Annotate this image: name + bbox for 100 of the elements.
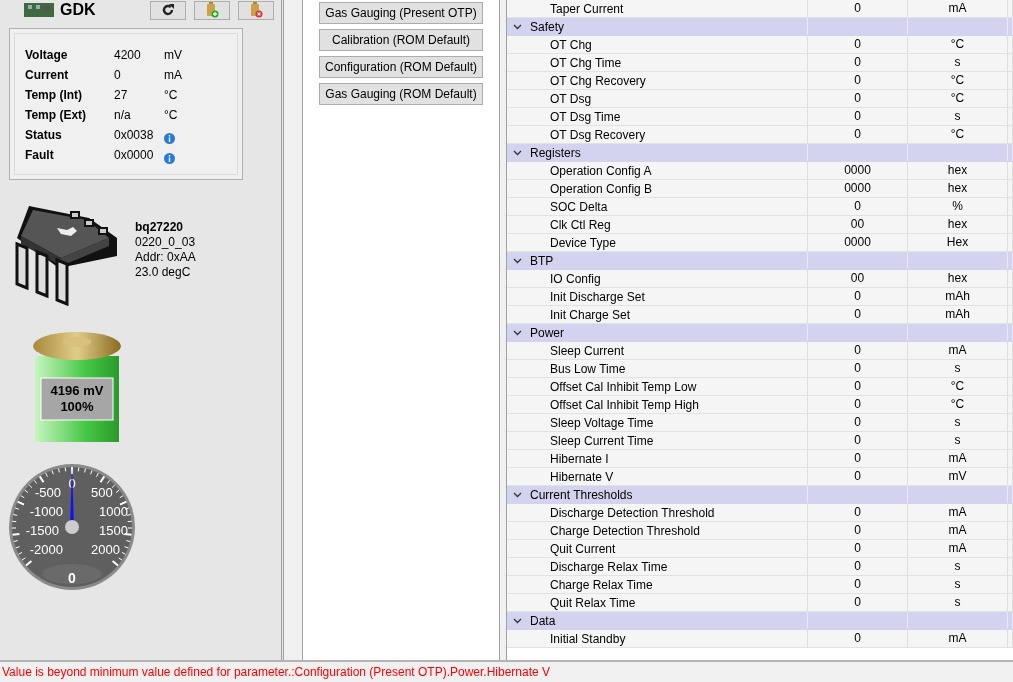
reading-value: 0x0000 [114, 148, 155, 164]
parameter-value: 0000 [808, 162, 908, 179]
reading-label: Temp (Int) [25, 88, 84, 104]
parameter-unit: mA [908, 450, 1008, 467]
battery-percent: 100% [60, 399, 94, 414]
reading-label: Fault [25, 148, 55, 164]
parameter-value: 0000 [808, 234, 908, 251]
gauge-label: -1000 [29, 504, 63, 519]
parameter-name: Clk Ctl Reg [507, 216, 808, 233]
section-button[interactable]: Configuration (ROM Default) [319, 56, 483, 78]
chevron-down-icon [513, 329, 522, 336]
parameter-name: Initial Standby [507, 630, 808, 647]
chip-temperature: 23.0 degC [135, 265, 192, 280]
parameter-value: 0 [808, 0, 908, 17]
info-icon[interactable] [164, 132, 175, 144]
refresh-button[interactable] [150, 0, 186, 20]
section-button[interactable]: Gas Gauging (ROM Default) [319, 83, 483, 105]
parameter-value: 0 [808, 450, 908, 467]
parameter-unit: mAh [908, 306, 1008, 323]
parameter-name: Taper Current [507, 0, 808, 17]
parameter-unit: °C [908, 126, 1008, 143]
parameter-value: 0 [808, 126, 908, 143]
reading-value: 0 [114, 68, 122, 84]
parameter-unit: mA [908, 342, 1008, 359]
parameter-value: 0 [808, 54, 908, 71]
gauge-label: 500 [91, 485, 113, 500]
parameter-name: OT Chg [507, 36, 808, 53]
gauge-reading: 0 [68, 570, 76, 586]
parameter-unit: s [908, 432, 1008, 449]
parameter-unit: mA [908, 0, 1008, 17]
reading-label: Status [25, 128, 63, 144]
parameter-unit: s [908, 108, 1008, 125]
parameter-value: 0 [808, 414, 908, 431]
section-button[interactable]: Gas Gauging (Present OTP) [319, 2, 483, 24]
section-button[interactable]: Calibration (ROM Default) [319, 29, 483, 51]
gauge-label: 2000 [91, 542, 120, 557]
parameter-name: Sleep Current Time [507, 432, 808, 449]
status-message: Value is beyond minimum value defined for parameter.:Configuration (Present OTP).Power.Hibernate V [1, 665, 551, 679]
parameter-unit: Hex [908, 234, 1008, 251]
parameter-unit: s [908, 558, 1008, 575]
parameter-value: 0 [808, 306, 908, 323]
parameter-name: Charge Relax Time [507, 576, 808, 593]
gauge-label: -1500 [25, 523, 59, 538]
reading-value: n/a [114, 108, 132, 124]
parameter-unit: mA [908, 540, 1008, 557]
parameter-name: OT Chg Time [507, 54, 808, 71]
parameter-unit: mA [908, 630, 1008, 647]
parameter-unit: s [908, 360, 1008, 377]
parameter-name: Bus Low Time [507, 360, 808, 377]
gauge-label: -500 [34, 485, 61, 500]
parameter-value: 00 [808, 270, 908, 287]
firmware-version: 0220_0_03 [135, 235, 196, 250]
parameter-unit: hex [908, 162, 1008, 179]
reading-label: Current [25, 68, 70, 84]
parameter-name: Sleep Voltage Time [507, 414, 808, 431]
parameter-value: 0000 [808, 180, 908, 197]
parameter-value: 0 [808, 36, 908, 53]
parameter-unit: % [908, 198, 1008, 215]
parameter-value: 0 [808, 360, 908, 377]
parameter-value: 0 [808, 108, 908, 125]
parameter-name: Quit Relax Time [507, 594, 808, 611]
parameter-name: Charge Detection Threshold [507, 522, 808, 539]
reading-unit: mV [164, 48, 183, 64]
gauge-label: 0 [68, 476, 76, 491]
parameter-name: OT Dsg Recovery [507, 126, 808, 143]
parameter-name: Quit Current [507, 540, 808, 557]
parameter-name: Discharge Detection Threshold [507, 504, 808, 521]
battery-x-icon [249, 2, 263, 18]
parameter-unit: s [908, 414, 1008, 431]
parameter-name: Sleep Current [507, 342, 808, 359]
parameter-value: 0 [808, 576, 908, 593]
info-icon[interactable] [164, 152, 175, 164]
parameter-unit: hex [908, 216, 1008, 233]
parameter-unit: °C [908, 72, 1008, 89]
reading-label: Temp (Ext) [25, 108, 88, 124]
parameter-value: 0 [808, 594, 908, 611]
parameter-name: Hibernate I [507, 450, 808, 467]
parameter-value: 0 [808, 558, 908, 575]
parameter-value: 0 [808, 378, 908, 395]
chevron-down-icon [513, 149, 522, 156]
add-battery-button[interactable] [194, 0, 230, 20]
chevron-down-icon [513, 617, 522, 624]
chevron-down-icon [513, 257, 522, 264]
parameter-value: 0 [808, 198, 908, 215]
chip-address: Addr: 0xAA [135, 250, 196, 265]
parameter-name: Init Charge Set [507, 306, 808, 323]
parameter-value: 0 [808, 342, 908, 359]
parameter-unit: hex [908, 180, 1008, 197]
parameter-name: Discharge Relax Time [507, 558, 808, 575]
parameter-name: IO Config [507, 270, 808, 287]
parameter-unit: °C [908, 378, 1008, 395]
parameter-value: 0 [808, 540, 908, 557]
device-title: GDK [60, 1, 97, 19]
chevron-down-icon [513, 23, 522, 30]
parameter-name: Hibernate V [507, 468, 808, 485]
parameter-unit: s [908, 54, 1008, 71]
parameter-value: 0 [808, 504, 908, 521]
parameter-unit: mA [908, 504, 1008, 521]
remove-battery-button[interactable] [238, 0, 274, 20]
parameter-unit: hex [908, 270, 1008, 287]
